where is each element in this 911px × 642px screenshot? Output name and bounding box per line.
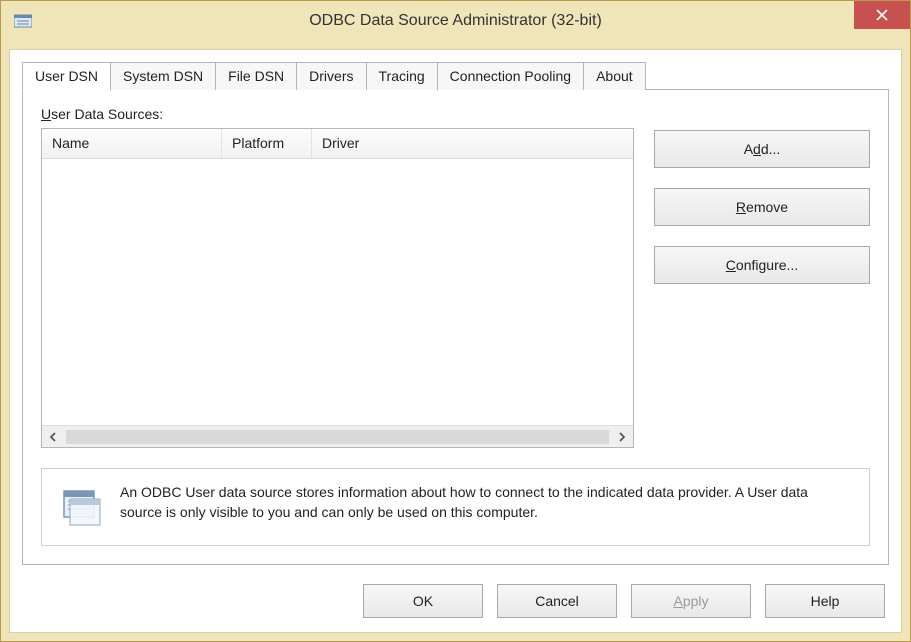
info-text: An ODBC User data source stores informat… <box>120 483 853 522</box>
cancel-button[interactable]: Cancel <box>497 584 617 618</box>
dsn-list-body[interactable] <box>42 159 633 425</box>
remove-button[interactable]: Remove <box>654 188 870 226</box>
chevron-left-icon <box>48 432 58 442</box>
bottom-buttons: OK Cancel Apply Help <box>22 584 889 618</box>
tab-tracing[interactable]: Tracing <box>366 62 438 90</box>
tab-bar: User DSN System DSN File DSN Drivers Tra… <box>22 62 889 90</box>
subtitle-mnemonic: U <box>41 106 51 122</box>
configure-button[interactable]: Configure... <box>654 246 870 284</box>
content-frame: User DSN System DSN File DSN Drivers Tra… <box>9 49 902 633</box>
apply-button[interactable]: Apply <box>631 584 751 618</box>
help-button[interactable]: Help <box>765 584 885 618</box>
dsn-list[interactable]: Name Platform Driver <box>41 128 634 448</box>
side-buttons: Add... Remove Configure... <box>654 128 870 448</box>
tab-system-dsn[interactable]: System DSN <box>110 62 216 90</box>
scroll-right-arrow[interactable] <box>611 426 633 448</box>
tab-panel-user-dsn: User Data Sources: Name Platform Driver <box>22 89 889 565</box>
close-button[interactable] <box>854 1 910 29</box>
column-header-name[interactable]: Name <box>42 129 222 158</box>
window-frame: ODBC Data Source Administrator (32-bit) … <box>0 0 911 642</box>
info-box: An ODBC User data source stores informat… <box>41 468 870 546</box>
tab-user-dsn[interactable]: User DSN <box>22 62 111 91</box>
subtitle-text: ser Data Sources: <box>51 106 163 122</box>
scroll-left-arrow[interactable] <box>42 426 64 448</box>
scroll-track[interactable] <box>66 430 609 444</box>
user-data-sources-label: User Data Sources: <box>41 106 870 122</box>
dsn-list-header: Name Platform Driver <box>42 129 633 159</box>
column-header-platform[interactable]: Platform <box>222 129 312 158</box>
info-icon <box>58 485 104 531</box>
dsn-list-wrapper: Name Platform Driver <box>41 128 634 448</box>
tab-about[interactable]: About <box>583 62 646 90</box>
chevron-right-icon <box>617 432 627 442</box>
ok-button[interactable]: OK <box>363 584 483 618</box>
close-icon <box>876 9 888 21</box>
column-header-driver[interactable]: Driver <box>312 129 633 158</box>
app-icon <box>13 12 33 30</box>
tab-connection-pooling[interactable]: Connection Pooling <box>437 62 584 90</box>
add-button[interactable]: Add... <box>654 130 870 168</box>
titlebar: ODBC Data Source Administrator (32-bit) <box>1 1 910 41</box>
tab-drivers[interactable]: Drivers <box>296 62 366 90</box>
middle-row: Name Platform Driver <box>41 128 870 448</box>
window-title: ODBC Data Source Administrator (32-bit) <box>1 12 910 30</box>
tab-file-dsn[interactable]: File DSN <box>215 62 297 90</box>
horizontal-scrollbar[interactable] <box>42 425 633 447</box>
